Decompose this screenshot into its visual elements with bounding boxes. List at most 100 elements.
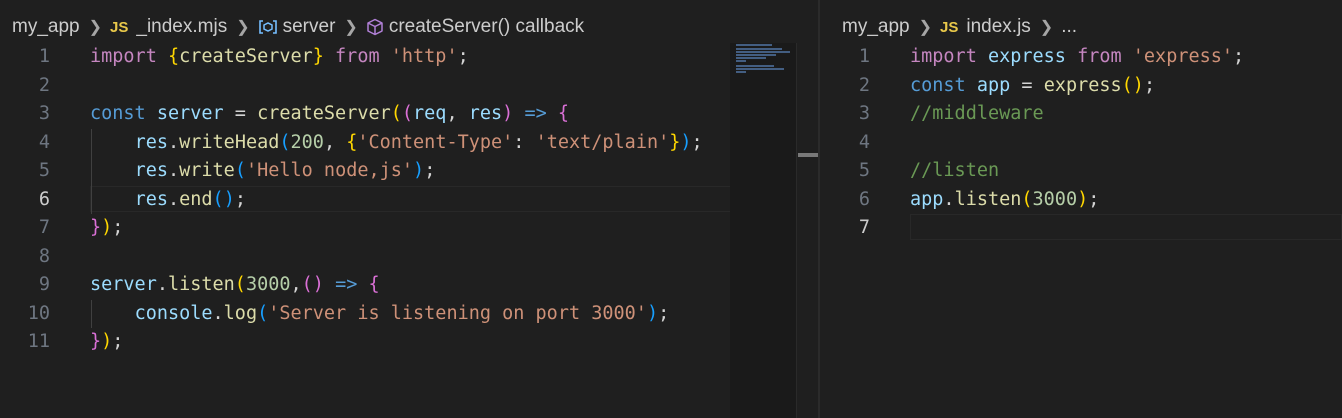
code-token: { [167, 46, 180, 67]
code-token: ( [401, 103, 414, 124]
line-number: 2 [38, 74, 50, 96]
code-line[interactable]: 9 server.listen(3000,() => { [0, 271, 818, 300]
code-token: end [179, 188, 213, 210]
minimap-line [736, 60, 746, 62]
code-text: import {createServer} from 'http'; [90, 43, 469, 72]
line-number: 1 [858, 46, 870, 67]
code-token: ( [234, 160, 246, 181]
code-token: = [223, 103, 258, 124]
code-text: console.log('Server is listening on port… [90, 300, 670, 329]
code-line[interactable]: 3 //middleware [820, 100, 1342, 129]
code-token: ( [390, 103, 402, 124]
code-line[interactable]: 7 [820, 214, 1342, 243]
code-line[interactable]: 6 app.listen(3000); [820, 186, 1342, 215]
code-token: ; [1143, 74, 1156, 96]
code-token: app [910, 188, 944, 210]
code-token: 'Hello node,js' [245, 160, 414, 181]
code-line[interactable]: 7}); [0, 214, 818, 243]
code-token: const [910, 74, 966, 96]
code-editor[interactable]: 1 import {createServer} from 'http'; 2 3 con… [0, 43, 818, 357]
minimap-line [736, 57, 766, 59]
code-token: , [323, 131, 347, 153]
chevron-right-icon: ❯ [236, 19, 250, 36]
code-token: res [468, 103, 503, 124]
code-editor[interactable]: 1 import express from 'express'; 2 const ap… [820, 43, 1342, 243]
code-token: => [524, 103, 547, 124]
code-token: 'express' [1132, 46, 1234, 67]
code-token: ; [234, 188, 246, 210]
code-token: 3000 [245, 274, 291, 295]
breadcrumb-more[interactable]: ... [1061, 16, 1077, 38]
code-line[interactable]: 11}); [0, 328, 818, 357]
code-token: express [1043, 74, 1122, 96]
code-token: 'Server is listening on port 3000' [268, 302, 647, 324]
code-text: const app = express(); [910, 72, 1155, 101]
code-token: } [312, 46, 324, 67]
code-line[interactable]: 1 import {createServer} from 'http'; [0, 43, 818, 72]
code-line[interactable]: 8 [0, 243, 818, 272]
code-token: //middleware [910, 103, 1044, 124]
breadcrumb-function[interactable]: createServer() callback [389, 16, 584, 38]
code-token: 'http' [390, 46, 458, 67]
code-token: . [167, 131, 180, 153]
code-token: . [167, 188, 180, 210]
line-number: 4 [858, 131, 870, 153]
code-line[interactable]: 6 res.end(); [0, 185, 818, 214]
chevron-right-icon: ❯ [1039, 19, 1054, 36]
code-token: from [1077, 46, 1122, 67]
minimap-line [736, 48, 782, 50]
code-token: ; [658, 302, 670, 324]
line-number: 3 [858, 103, 870, 124]
code-line[interactable]: 3 const server = createServer((req, res) … [0, 100, 818, 129]
code-line[interactable]: 5 //listen [820, 157, 1342, 186]
code-token: ( [1121, 74, 1133, 96]
code-token: ; [1233, 46, 1245, 67]
code-text: }); [90, 214, 123, 243]
line-number: 5 [858, 160, 870, 181]
javascript-file-icon: JS [110, 18, 129, 36]
breadcrumb-folder[interactable]: my_app [842, 16, 910, 38]
code-token: server [156, 103, 224, 124]
method-cube-icon [366, 18, 384, 36]
code-token: writeHead [179, 131, 280, 153]
vertical-scrollbar[interactable] [796, 43, 818, 418]
line-number: 8 [38, 245, 50, 267]
chevron-right-icon: ❯ [344, 19, 358, 36]
minimap-line [736, 68, 784, 70]
code-token: ; [112, 331, 124, 352]
code-line[interactable]: 4 res.writeHead(200, {'Content-Type': 't… [0, 128, 818, 157]
breadcrumb-variable[interactable]: server [283, 16, 336, 38]
code-token: req [413, 103, 447, 124]
breadcrumb-file[interactable]: index.js [966, 16, 1030, 38]
minimap-line [736, 51, 790, 53]
code-token: = [1010, 74, 1044, 96]
code-token: express [987, 46, 1066, 67]
code-line[interactable]: 2 [0, 72, 818, 101]
code-line[interactable]: 10 console.log('Server is listening on p… [0, 299, 818, 329]
code-token: ) [312, 274, 324, 295]
code-line[interactable]: 2 const app = express(); [820, 72, 1342, 101]
code-token: 'text/plain' [535, 131, 670, 153]
code-token: createServer [179, 46, 313, 67]
variable-icon [258, 19, 278, 35]
code-line[interactable]: 5 res.write('Hello node,js'); [0, 157, 818, 186]
breadcrumb-folder[interactable]: my_app [12, 16, 80, 38]
breadcrumb-file[interactable]: _index.mjs [136, 16, 227, 38]
code-token: res [134, 188, 168, 210]
code-text: app.listen(3000); [910, 186, 1099, 215]
code-text: import express from 'express'; [910, 43, 1244, 72]
line-number: 10 [27, 302, 50, 324]
line-number: 7 [38, 217, 50, 238]
minimap[interactable] [730, 43, 796, 418]
scrollbar-thumb[interactable] [798, 153, 818, 157]
code-line[interactable]: 1 import express from 'express'; [820, 43, 1342, 72]
code-line[interactable]: 4 [820, 129, 1342, 158]
